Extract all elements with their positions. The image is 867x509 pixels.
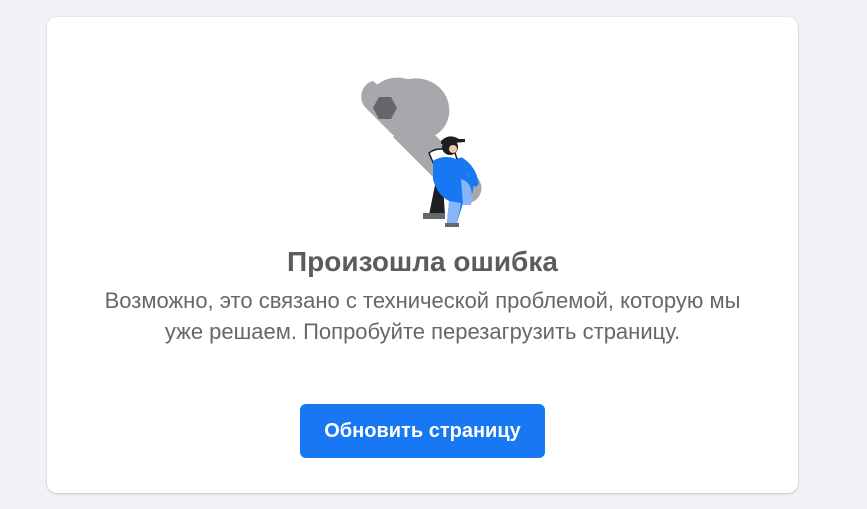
reload-page-button[interactable]: Обновить страницу [300,404,545,458]
error-message: Возможно, это связано с технической проб… [104,288,741,344]
error-title: Произошла ошибка [287,246,558,277]
wrench-worker-icon [361,77,482,227]
error-card: Произошла ошибка Возможно, это связано с… [47,17,798,493]
